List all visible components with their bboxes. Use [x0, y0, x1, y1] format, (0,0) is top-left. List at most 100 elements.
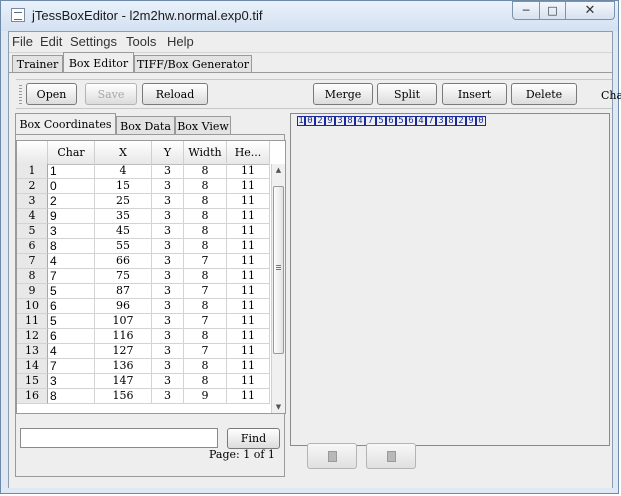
table-cell-y[interactable]: 3 — [152, 299, 184, 314]
row-number[interactable]: 14 — [17, 359, 48, 374]
table-cell-x[interactable]: 4 — [95, 164, 152, 179]
delete-button[interactable]: Delete — [511, 83, 577, 105]
table-cell-y[interactable]: 3 — [152, 179, 184, 194]
table-cell-h[interactable]: 11 — [227, 299, 270, 314]
table-cell-h[interactable]: 11 — [227, 329, 270, 344]
tab-box-coordinates[interactable]: Box Coordinates — [15, 113, 116, 135]
table-cell-w[interactable]: 8 — [184, 224, 227, 239]
row-number[interactable]: 10 — [17, 299, 48, 314]
table-cell-x[interactable]: 107 — [95, 314, 152, 329]
character-box[interactable]: 4 — [355, 116, 365, 126]
character-box[interactable]: 7 — [365, 116, 376, 126]
table-cell-char[interactable]: 4 — [48, 344, 95, 359]
table-cell-char[interactable]: 8 — [48, 389, 95, 404]
table-cell-char[interactable]: 3 — [48, 224, 95, 239]
character-box[interactable]: 5 — [376, 116, 386, 126]
table-cell-h[interactable]: 11 — [227, 164, 270, 179]
table-cell-x[interactable]: 116 — [95, 329, 152, 344]
table-row[interactable]: 15 3 147 3 8 11 — [17, 374, 270, 389]
menu-tools[interactable]: Tools — [126, 34, 156, 49]
table-cell-x[interactable]: 96 — [95, 299, 152, 314]
table-cell-x[interactable]: 87 — [95, 284, 152, 299]
table-cell-char[interactable]: 6 — [48, 329, 95, 344]
table-cell-w[interactable]: 8 — [184, 239, 227, 254]
table-row[interactable]: 4 9 35 3 8 11 — [17, 209, 270, 224]
character-box[interactable]: 8 — [345, 116, 355, 126]
table-cell-w[interactable]: 8 — [184, 359, 227, 374]
table-cell-char[interactable]: 5 — [48, 284, 95, 299]
find-button[interactable]: Find — [227, 428, 280, 449]
scroll-down-icon[interactable]: ▼ — [272, 401, 285, 413]
table-row[interactable]: 1 1 4 3 8 11 — [17, 164, 270, 179]
character-box[interactable]: 6 — [406, 116, 416, 126]
table-cell-x[interactable]: 147 — [95, 374, 152, 389]
table-row[interactable]: 16 8 156 3 9 11 — [17, 389, 270, 404]
toolbar-grip[interactable] — [19, 85, 22, 105]
close-button[interactable]: ✕ — [565, 1, 615, 20]
merge-button[interactable]: Merge — [313, 83, 373, 105]
table-cell-y[interactable]: 3 — [152, 344, 184, 359]
table-cell-h[interactable]: 11 — [227, 179, 270, 194]
next-page-button[interactable] — [366, 443, 416, 469]
menu-settings[interactable]: Settings — [70, 34, 117, 49]
table-cell-w[interactable]: 8 — [184, 269, 227, 284]
menu-file[interactable]: File — [12, 34, 33, 49]
character-box[interactable]: 5 — [396, 116, 406, 126]
character-box[interactable]: 7 — [426, 116, 436, 126]
character-box[interactable]: 0 — [305, 116, 315, 126]
table-cell-h[interactable]: 11 — [227, 269, 270, 284]
table-cell-char[interactable]: 6 — [48, 299, 95, 314]
open-button[interactable]: Open — [26, 83, 77, 105]
table-cell-h[interactable]: 11 — [227, 284, 270, 299]
table-cell-char[interactable]: 7 — [48, 359, 95, 374]
table-cell-w[interactable]: 7 — [184, 284, 227, 299]
table-cell-x[interactable]: 15 — [95, 179, 152, 194]
table-cell-x[interactable]: 156 — [95, 389, 152, 404]
table-cell-y[interactable]: 3 — [152, 194, 184, 209]
minimize-button[interactable]: ─ — [512, 1, 540, 20]
row-number[interactable]: 11 — [17, 314, 48, 329]
table-cell-h[interactable]: 11 — [227, 194, 270, 209]
table-cell-char[interactable]: 1 — [48, 164, 95, 179]
column-header-width[interactable]: Width — [184, 141, 227, 164]
table-row[interactable]: 3 2 25 3 8 11 — [17, 194, 270, 209]
table-cell-y[interactable]: 3 — [152, 164, 184, 179]
insert-button[interactable]: Insert — [442, 83, 507, 105]
table-cell-x[interactable]: 66 — [95, 254, 152, 269]
column-header-char[interactable]: Char — [48, 141, 95, 164]
row-number[interactable]: 8 — [17, 269, 48, 284]
table-cell-h[interactable]: 11 — [227, 314, 270, 329]
column-header-x[interactable]: X — [95, 141, 152, 164]
table-cell-y[interactable]: 3 — [152, 314, 184, 329]
title-bar[interactable]: jTessBoxEditor - l2m2hw.normal.exp0.tif … — [1, 1, 618, 31]
table-cell-w[interactable]: 8 — [184, 299, 227, 314]
character-box[interactable]: 1 — [297, 116, 305, 126]
split-button[interactable]: Split — [377, 83, 437, 105]
character-box[interactable]: 2 — [315, 116, 325, 126]
row-number[interactable]: 9 — [17, 284, 48, 299]
table-cell-y[interactable]: 3 — [152, 329, 184, 344]
table-cell-x[interactable]: 75 — [95, 269, 152, 284]
table-row[interactable]: 9 5 87 3 7 11 — [17, 284, 270, 299]
row-number[interactable]: 15 — [17, 374, 48, 389]
table-cell-h[interactable]: 11 — [227, 344, 270, 359]
scroll-thumb[interactable] — [273, 186, 284, 354]
table-cell-y[interactable]: 3 — [152, 239, 184, 254]
column-header-y[interactable]: Y — [152, 141, 184, 164]
table-cell-x[interactable]: 55 — [95, 239, 152, 254]
table-cell-w[interactable]: 7 — [184, 254, 227, 269]
table-cell-char[interactable]: 9 — [48, 209, 95, 224]
row-number[interactable]: 7 — [17, 254, 48, 269]
tab-tiff-box-generator[interactable]: TIFF/Box Generator — [134, 55, 252, 73]
table-cell-y[interactable]: 3 — [152, 284, 184, 299]
table-row[interactable]: 12 6 116 3 8 11 — [17, 329, 270, 344]
table-cell-x[interactable]: 25 — [95, 194, 152, 209]
find-input[interactable] — [20, 428, 218, 448]
scroll-up-icon[interactable]: ▲ — [272, 164, 285, 176]
tab-trainer[interactable]: Trainer — [12, 55, 63, 73]
table-cell-y[interactable]: 3 — [152, 374, 184, 389]
table-row[interactable]: 5 3 45 3 8 11 — [17, 224, 270, 239]
table-cell-w[interactable]: 8 — [184, 164, 227, 179]
table-cell-x[interactable]: 35 — [95, 209, 152, 224]
table-cell-y[interactable]: 3 — [152, 209, 184, 224]
